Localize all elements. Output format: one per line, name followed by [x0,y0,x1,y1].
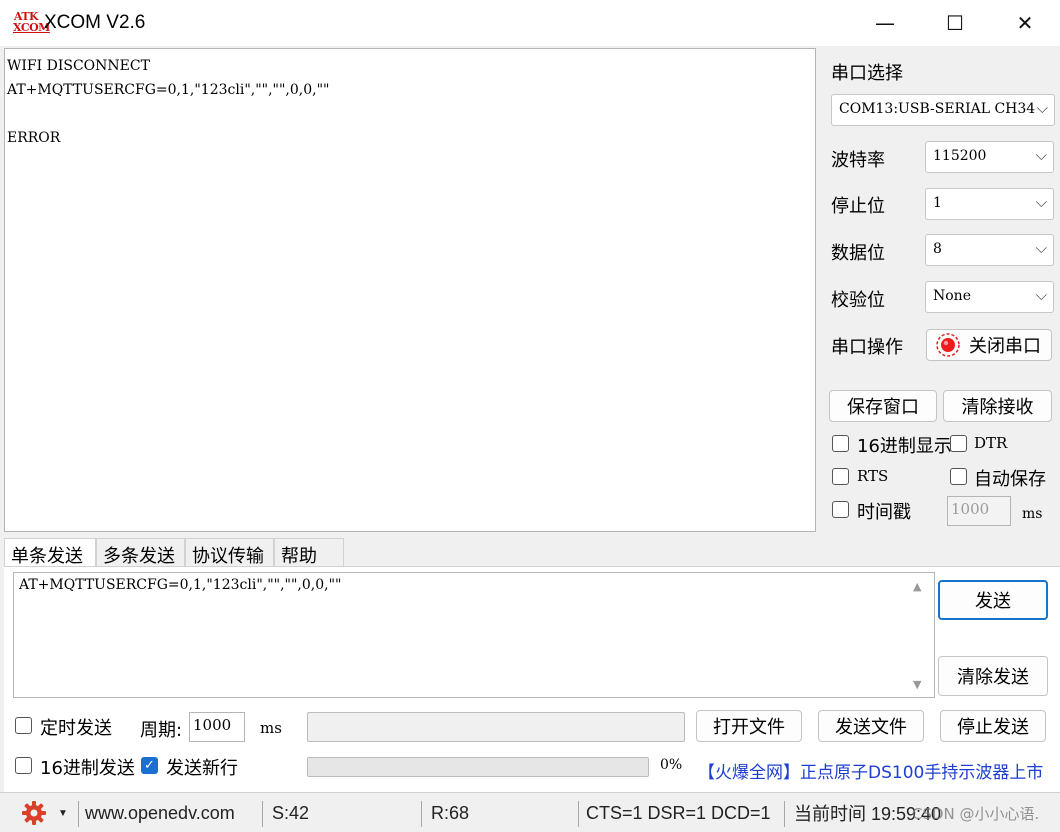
clear-receive-button[interactable]: 清除接收 [943,390,1052,422]
chevron-down-icon: ⌵ [1035,286,1047,304]
sent-count: S:42 [272,802,310,823]
watermark: CSDN @小小心语. [912,805,1040,823]
parity-select[interactable]: None ⌵ [925,281,1054,313]
auto-save-label: 自动保存 [974,469,1046,490]
period-label: 周期: [140,720,183,741]
received-count: R:68 [431,802,470,823]
port-operation-label: 串口操作 [831,337,903,358]
gear-icon [22,801,46,825]
hex-display-label: 16进制显示 [857,436,952,457]
timestamp-interval-input[interactable]: 1000 [947,496,1011,526]
timed-send-checkbox[interactable] [15,717,32,734]
hex-send-label: 16进制发送 [40,758,135,779]
baud-rate-label: 波特率 [831,150,885,171]
website-link[interactable]: www.openedv.com [85,793,235,832]
hex-send-checkbox[interactable] [15,757,32,774]
send-status-field [307,712,685,742]
title-bar: ATK XCOM XCOM V2.6 — ☐ ✕ [0,0,1060,46]
stop-bits-value: 1 [933,195,942,211]
baud-rate-value: 115200 [933,148,987,164]
port-select-label: 串口选择 [831,63,903,84]
progress-percent: 0% [660,757,683,773]
send-button[interactable]: 发送 [938,580,1048,620]
data-bits-value: 8 [933,241,942,257]
maximize-button[interactable]: ☐ [920,0,990,46]
record-icon [936,333,960,357]
timestamp-unit: ms [1022,506,1043,522]
baud-rate-select[interactable]: 115200 ⌵ [925,141,1054,173]
open-file-button[interactable]: 打开文件 [696,710,802,742]
data-bits-select[interactable]: 8 ⌵ [925,234,1054,266]
send-text-area[interactable]: AT+MQTTUSERCFG=0,1,"123cli","","",0,0,"" [13,572,935,698]
checkmark-icon: ✓ [144,758,155,773]
rts-label: RTS [857,467,889,485]
send-newline-label: 发送新行 [166,758,238,779]
hex-display-checkbox[interactable] [832,435,849,452]
receive-text-area[interactable]: WIFI DISCONNECT AT+MQTTUSERCFG=0,1,"123c… [4,48,816,532]
line-status: CTS=1 DSR=1 DCD=1 [586,802,771,823]
stop-send-button[interactable]: 停止发送 [940,710,1046,742]
scroll-up-arrow[interactable]: ▲ [913,580,921,593]
data-bits-label: 数据位 [831,243,885,264]
close-port-button[interactable]: 关闭串口 [926,329,1052,361]
parity-value: None [933,288,971,304]
tab-protocol[interactable]: 协议传输 [185,538,274,568]
port-select-value: COM13:USB-SERIAL CH34 [839,101,1036,117]
send-newline-checkbox[interactable]: ✓ [141,757,158,774]
dtr-checkbox[interactable] [950,435,967,452]
timestamp-checkbox[interactable] [832,501,849,518]
rts-checkbox[interactable] [832,468,849,485]
chevron-down-icon: ⌵ [1035,146,1047,164]
parity-label: 校验位 [831,290,885,311]
close-button[interactable]: ✕ [990,0,1060,46]
app-logo: ATK XCOM [13,10,50,34]
send-file-button[interactable]: 发送文件 [818,710,924,742]
tab-single-send[interactable]: 单条发送 [4,538,96,568]
dtr-label: DTR [974,434,1008,452]
send-progress-bar [307,757,649,777]
port-select[interactable]: COM13:USB-SERIAL CH34 ⌵ [831,94,1055,126]
close-port-label: 关闭串口 [969,336,1041,357]
dropdown-arrow-icon[interactable]: ▼ [58,808,68,819]
settings-gear[interactable]: ▼ [20,793,68,832]
auto-save-checkbox[interactable] [950,468,967,485]
minimize-button[interactable]: — [850,0,920,46]
timestamp-label: 时间戳 [857,502,911,523]
period-unit: ms [260,719,282,737]
chevron-down-icon: ⌵ [1036,99,1048,117]
stop-bits-label: 停止位 [831,196,885,217]
window-title: XCOM V2.6 [44,12,146,33]
save-window-button[interactable]: 保存窗口 [829,390,937,422]
chevron-down-icon: ⌵ [1035,239,1047,257]
status-bar: ▼ www.openedv.com S:42 R:68 CTS=1 DSR=1 … [0,792,1060,832]
stop-bits-select[interactable]: 1 ⌵ [925,188,1054,220]
tab-multi-send[interactable]: 多条发送 [96,538,185,568]
tab-help[interactable]: 帮助 [274,538,344,568]
promo-link[interactable]: 【火爆全网】正点原子DS100手持示波器上市 [694,752,1054,788]
scroll-down-arrow[interactable]: ▼ [913,678,921,691]
period-input[interactable]: 1000 [189,712,245,742]
chevron-down-icon: ⌵ [1035,193,1047,211]
clear-send-button[interactable]: 清除发送 [938,656,1048,696]
timed-send-label: 定时发送 [40,718,112,739]
